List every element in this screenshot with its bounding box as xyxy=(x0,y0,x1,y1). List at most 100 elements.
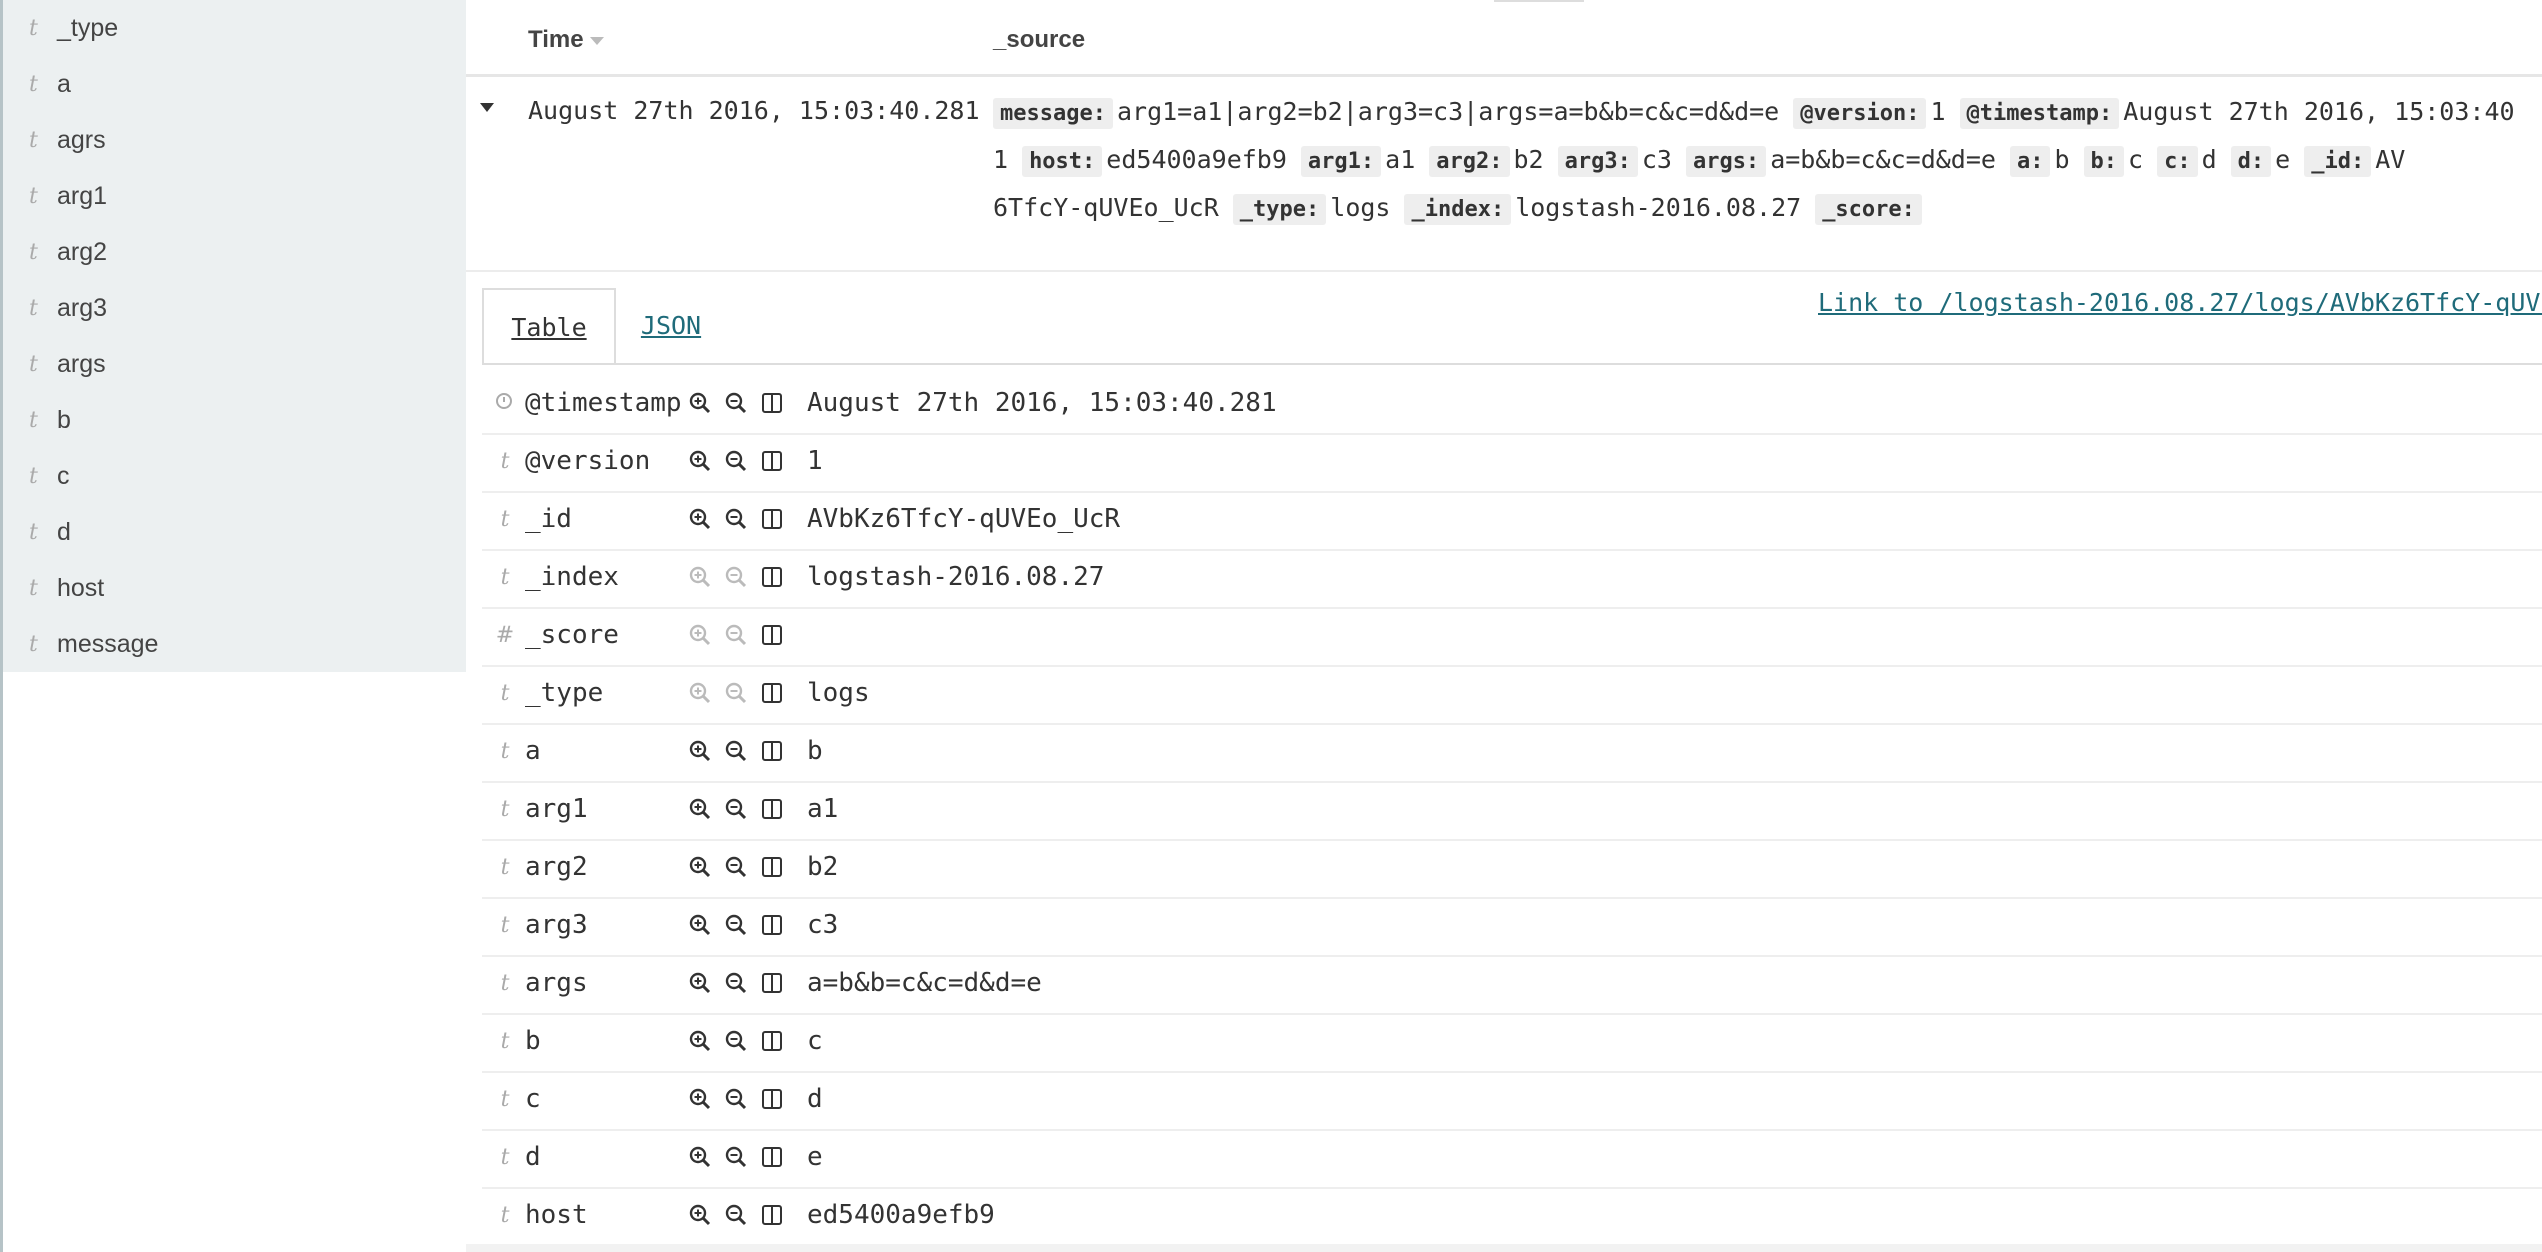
magnify-plus-icon[interactable] xyxy=(688,1145,714,1171)
document-permalink[interactable]: Link to /logstash-2016.08.27/logs/AVbKz6… xyxy=(1818,288,2542,317)
source-key: message: xyxy=(993,98,1113,129)
magnify-minus-icon[interactable] xyxy=(724,913,750,939)
detail-row: t _index logstash-2016.08.27 xyxy=(482,549,2542,609)
time-column-header[interactable]: Time xyxy=(528,26,604,54)
magnify-minus-icon[interactable] xyxy=(724,971,750,997)
sidebar-field-item[interactable]: tc xyxy=(3,456,463,496)
magnify-plus-icon[interactable] xyxy=(688,855,714,881)
detail-row: tc d xyxy=(482,1071,2542,1131)
sidebar-field-label: d xyxy=(57,517,71,546)
collapse-row-icon[interactable] xyxy=(480,103,494,112)
detail-field-value: logstash-2016.08.27 xyxy=(807,562,1105,592)
magnify-plus-icon[interactable] xyxy=(688,1203,714,1229)
sidebar-field-label: arg3 xyxy=(57,293,108,322)
magnify-plus-icon[interactable] xyxy=(688,449,714,475)
tab-json[interactable]: JSON xyxy=(636,288,706,364)
toggle-column-icon[interactable] xyxy=(760,565,786,591)
detail-field-name: _index xyxy=(525,562,619,592)
header-divider xyxy=(466,74,2542,77)
sidebar-field-item[interactable]: t arg2 xyxy=(3,232,463,272)
source-key: arg3: xyxy=(1557,146,1638,177)
sidebar-field-label: args xyxy=(57,349,106,378)
magnify-plus-icon[interactable] xyxy=(688,623,714,649)
string-type-icon: t xyxy=(500,449,510,474)
document-time: August 27th 2016, 15:03:40.281 xyxy=(528,96,980,125)
toggle-column-icon[interactable] xyxy=(760,797,786,823)
string-type-icon: t xyxy=(29,295,38,321)
toggle-column-icon[interactable] xyxy=(760,391,786,417)
detail-field-value: logs xyxy=(807,678,870,708)
magnify-minus-icon[interactable] xyxy=(724,1029,750,1055)
detail-row: ta b xyxy=(482,723,2542,783)
magnify-plus-icon[interactable] xyxy=(688,913,714,939)
toggle-column-icon[interactable] xyxy=(760,1087,786,1113)
string-type-icon: t xyxy=(500,1029,510,1054)
time-header-label: Time xyxy=(528,26,584,53)
string-type-icon: t xyxy=(29,71,38,97)
magnify-minus-icon[interactable] xyxy=(724,1087,750,1113)
magnify-plus-icon[interactable] xyxy=(688,1029,714,1055)
row-actions xyxy=(688,971,808,999)
source-value: logstash-2016.08.27 xyxy=(1515,193,1802,222)
sidebar-field-item[interactable]: t arg3 xyxy=(3,288,463,328)
magnify-minus-icon[interactable] xyxy=(724,507,750,533)
toggle-column-icon[interactable] xyxy=(760,913,786,939)
magnify-plus-icon[interactable] xyxy=(688,391,714,417)
magnify-minus-icon[interactable] xyxy=(724,797,750,823)
row-actions xyxy=(688,449,808,477)
toggle-column-icon[interactable] xyxy=(760,855,786,881)
source-line: 6TfcY-qUVEo_UcR _type: logs _index: logstash… xyxy=(993,188,1940,228)
magnify-minus-icon[interactable] xyxy=(724,391,750,417)
magnify-minus-icon[interactable] xyxy=(724,565,750,591)
magnify-plus-icon[interactable] xyxy=(688,797,714,823)
row-actions xyxy=(688,1029,808,1057)
detail-row: t arg3 c3 xyxy=(482,897,2542,957)
toggle-column-icon[interactable] xyxy=(760,449,786,475)
toggle-column-icon[interactable] xyxy=(760,1203,786,1229)
sidebar-field-label: message xyxy=(57,629,159,658)
detail-field-value: a1 xyxy=(807,794,839,824)
magnify-minus-icon[interactable] xyxy=(724,855,750,881)
sidebar-field-item[interactable]: t host xyxy=(3,568,463,608)
magnify-plus-icon[interactable] xyxy=(688,565,714,591)
sidebar-field-item[interactable]: t args xyxy=(3,344,463,384)
sidebar-field-item[interactable]: tb xyxy=(3,400,463,440)
source-key: @timestamp: xyxy=(1959,98,2120,129)
magnify-plus-icon[interactable] xyxy=(688,739,714,765)
toggle-column-icon[interactable] xyxy=(760,739,786,765)
magnify-minus-icon[interactable] xyxy=(724,739,750,765)
toggle-column-icon[interactable] xyxy=(760,681,786,707)
source-key: c: xyxy=(2157,146,2198,177)
magnify-minus-icon[interactable] xyxy=(724,449,750,475)
sidebar-field-item[interactable]: ta xyxy=(3,64,463,104)
row-actions xyxy=(688,855,808,883)
magnify-plus-icon[interactable] xyxy=(688,971,714,997)
source-key: args: xyxy=(1685,146,1767,177)
string-type-icon: t xyxy=(29,519,38,545)
detail-row: t _type logs xyxy=(482,665,2542,725)
magnify-minus-icon[interactable] xyxy=(724,681,750,707)
detail-field-value: AVbKz6TfcY-qUVEo_UcR xyxy=(807,504,1121,534)
tab-table[interactable]: Table xyxy=(482,288,616,364)
toggle-column-icon[interactable] xyxy=(760,1145,786,1171)
sort-caret-icon[interactable] xyxy=(589,36,604,45)
toggle-column-icon[interactable] xyxy=(760,1029,786,1055)
toggle-column-icon[interactable] xyxy=(760,507,786,533)
magnify-minus-icon[interactable] xyxy=(724,1203,750,1229)
toggle-column-icon[interactable] xyxy=(760,971,786,997)
toggle-column-icon[interactable] xyxy=(760,623,786,649)
string-type-icon: t xyxy=(500,1087,510,1112)
horizontal-scrollbar[interactable] xyxy=(466,1244,2542,1252)
sidebar-field-item[interactable]: t arg1 xyxy=(3,176,463,216)
sidebar-field-item[interactable]: td xyxy=(3,512,463,552)
sidebar-field-item[interactable]: t agrs xyxy=(3,120,463,160)
sidebar-field-item[interactable]: t message xyxy=(3,624,463,664)
magnify-minus-icon[interactable] xyxy=(724,1145,750,1171)
magnify-plus-icon[interactable] xyxy=(688,1087,714,1113)
source-value: August 27th 2016, 15:03:40 xyxy=(2123,97,2515,126)
source-value: a1 xyxy=(1385,145,1416,174)
magnify-minus-icon[interactable] xyxy=(724,623,750,649)
sidebar-field-item[interactable]: t _type xyxy=(3,8,463,48)
magnify-plus-icon[interactable] xyxy=(688,681,714,707)
magnify-plus-icon[interactable] xyxy=(688,507,714,533)
